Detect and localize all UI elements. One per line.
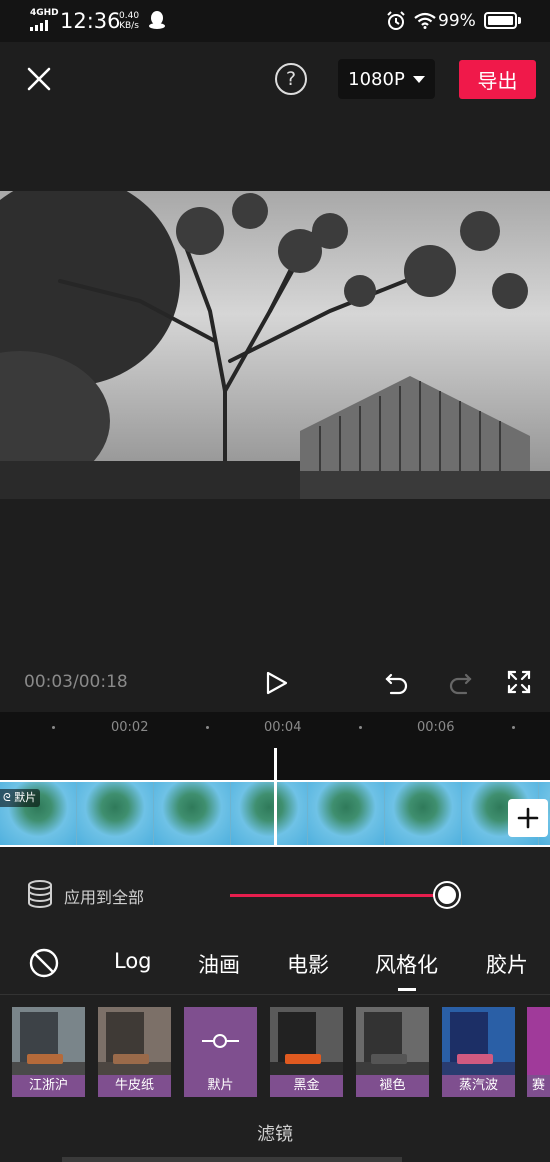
clip-frame [77,782,154,845]
play-icon[interactable] [262,669,290,697]
export-button[interactable]: 导出 [459,60,536,99]
clip-frame [154,782,231,845]
redo-icon[interactable] [446,669,474,697]
filter-item[interactable]: 牛皮纸 [98,1007,171,1097]
video-preview[interactable] [0,191,550,499]
filter-preview [270,1007,343,1075]
apply-to-all-label[interactable]: 应用到全部 [64,884,144,908]
help-icon: ? [285,68,297,90]
divider [0,994,550,995]
timecode: 00:03/00:18 [24,672,128,692]
filter-item[interactable]: 黑金 [270,1007,343,1097]
filter-label: 江浙沪 [12,1075,85,1097]
category-movie[interactable]: 电影 [287,949,329,979]
fullscreen-icon[interactable] [506,669,532,695]
filter-label: 蒸汽波 [442,1075,515,1097]
clock: 12:36 [60,9,121,33]
alarm-icon [387,11,405,30]
filter-item[interactable]: 褪色 [356,1007,429,1097]
close-icon[interactable] [24,64,54,94]
category-film[interactable]: 胶片 [486,949,528,979]
panel-title: 滤镜 [257,1124,293,1145]
battery-percent: 99% [438,11,476,31]
caret-down-icon [412,75,425,83]
tick-label: 00:02 [111,720,149,735]
battery-tip [518,17,521,24]
resolution-dropdown[interactable]: 1080P [338,59,435,99]
filter-item[interactable]: 蒸汽波 [442,1007,515,1097]
clip-frame [231,782,308,845]
clip-filter-tag: ᘓ 默片 [0,789,41,807]
tick-label: 00:04 [264,720,302,735]
battery-icon [484,12,517,29]
add-clip-button[interactable] [508,799,548,837]
adjust-icon [202,1034,239,1048]
intensity-slider-knob[interactable] [435,883,459,907]
speed-value: 0.40 [119,11,140,21]
tick-dot [206,726,209,729]
network-type: 4GHD [30,8,59,18]
filter-tag-icon: ᘓ [3,791,15,804]
category-log[interactable]: Log [114,949,152,973]
tick-label: 00:06 [417,720,455,735]
category-selected-indicator [398,988,416,991]
network-speed: 0.40 KB/s [119,11,139,31]
intensity-slider-track[interactable] [230,894,447,897]
no-filter-icon[interactable] [28,947,60,979]
filter-label: 赛 [527,1075,550,1097]
clip-frame [385,782,462,845]
plus-icon [517,807,539,829]
help-button[interactable]: ? [275,63,307,95]
filter-preview [12,1007,85,1075]
signal-icon [30,20,48,31]
tick-dot [52,726,55,729]
playhead[interactable] [274,748,277,846]
filter-item[interactable]: 赛 [527,1007,550,1097]
category-oil-painting[interactable]: 油画 [198,949,240,979]
filter-item[interactable]: 江浙沪 [12,1007,85,1097]
undo-icon[interactable] [383,669,411,697]
clip-filter-name: 默片 [14,791,37,804]
bottom-bar [62,1157,402,1162]
qq-icon [149,11,165,29]
tick-dot [512,726,515,729]
filter-label: 褪色 [356,1075,429,1097]
filter-preview [442,1007,515,1075]
wifi-icon [414,12,436,29]
filter-label: 牛皮纸 [98,1075,171,1097]
filter-preview [527,1007,550,1075]
category-stylized[interactable]: 风格化 [375,949,438,979]
filter-item-selected[interactable]: 默片 [184,1007,257,1097]
filter-label: 默片 [184,1075,257,1097]
filter-label: 黑金 [270,1075,343,1097]
tick-dot [359,726,362,729]
speed-unit: KB/s [119,21,139,31]
clip-frame [308,782,385,845]
resolution-label: 1080P [348,68,405,90]
preview-frame [0,191,550,499]
layers-icon[interactable] [26,879,54,911]
filter-preview [356,1007,429,1075]
filter-preview [98,1007,171,1075]
